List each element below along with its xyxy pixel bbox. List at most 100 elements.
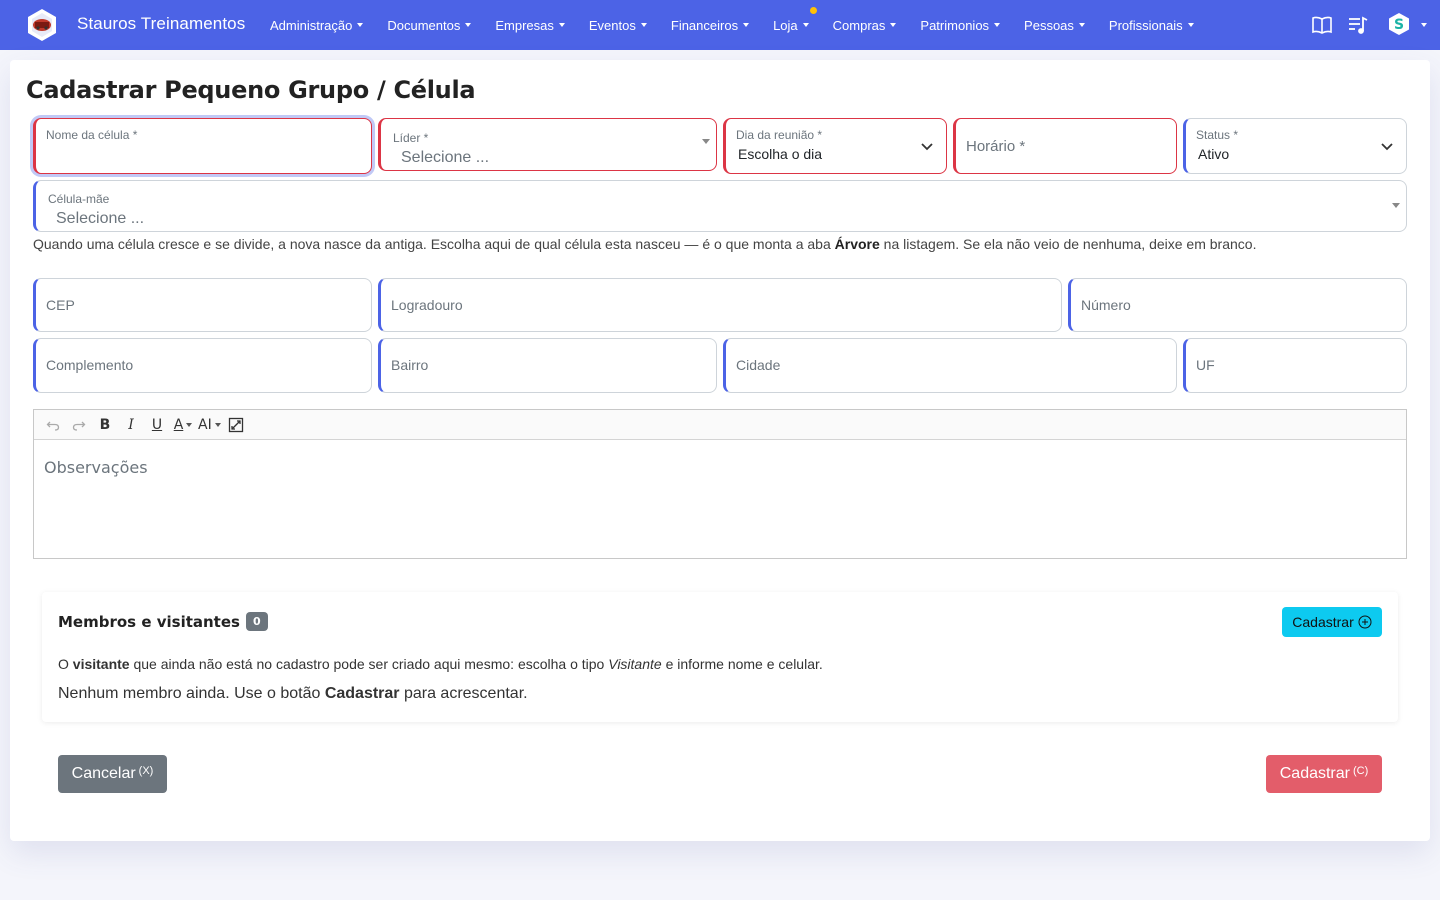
caret-down-icon [702,138,710,144]
cancel-label: Cancelar [71,765,136,782]
menu-eventos[interactable]: Eventos [589,18,647,33]
svg-text:S: S [1394,17,1404,33]
plus-circle-icon [1358,615,1372,629]
caret-down-icon [640,23,647,27]
status-value: Ativo [1198,146,1230,162]
menu-empresas[interactable]: Empresas [495,18,565,33]
menu-loja[interactable]: Loja [773,6,817,33]
brand-name[interactable]: Stauros Treinamentos [77,14,245,34]
caret-down-icon [214,422,221,427]
playlist-icon[interactable] [1347,14,1369,36]
empty-part: para acrescentar. [399,685,528,702]
menu-documentos[interactable]: Documentos [387,17,472,33]
caret-down-icon [890,23,897,27]
menu-label: Administração [270,17,353,33]
celula-mae-help-text: Quando uma célula cresce e se divide, a … [33,236,1413,252]
dia-reuniao-select[interactable]: Dia da reunião * Escolha o dia [723,118,947,174]
brand-logo-icon[interactable] [25,8,59,42]
numero-placeholder: Número [1081,297,1131,313]
user-avatar-icon[interactable]: S [1387,12,1411,36]
celula-mae-select[interactable]: Célula-mãe Selecione ... [33,180,1407,232]
hint-bold: visitante [72,656,130,672]
cidade-field[interactable]: Cidade [723,338,1177,393]
help-text-part: na listagem. Se ela não veio de nenhuma,… [879,236,1257,252]
notification-dot [809,6,817,14]
caret-down-icon [743,23,750,27]
hint-part: O [58,656,73,672]
underline-button[interactable]: U [146,414,168,436]
logradouro-field[interactable]: Logradouro [378,278,1062,332]
hint-part: e informe nome e celular. [661,656,823,672]
cep-placeholder: CEP [46,297,75,313]
add-member-button[interactable]: Cadastrar [1282,607,1382,637]
editor-toolbar: B I U A AI [34,410,1406,440]
bairro-placeholder: Bairro [391,357,429,373]
font-size-button[interactable]: AI [198,414,221,436]
bairro-field[interactable]: Bairro [378,338,717,393]
complemento-placeholder: Complemento [46,357,134,373]
cep-field[interactable]: CEP [33,278,372,332]
page-title: Cadastrar Pequeno Grupo / Célula [26,76,476,104]
menu-administracao[interactable]: Administração [270,17,364,33]
font-color-label: A [173,416,184,433]
caret-down-icon [465,23,472,27]
numero-field[interactable]: Número [1068,278,1407,332]
undo-icon[interactable] [42,414,64,436]
caret-down-icon [558,23,565,27]
observacoes-placeholder[interactable]: Observações [44,458,148,477]
fullscreen-icon[interactable] [225,414,247,436]
cancel-button[interactable]: Cancelar (X) [58,755,167,793]
menu-patrimonios[interactable]: Patrimonios [920,17,1001,33]
horario-placeholder: Horário * [966,138,1026,155]
bold-button[interactable]: B [94,414,116,436]
font-color-button[interactable]: A [172,414,194,436]
caret-down-icon [802,23,809,27]
status-select[interactable]: Status * Ativo [1183,118,1407,174]
menu-label: Pessoas [1024,17,1074,33]
membros-title: Membros e visitantes 0 [58,612,268,631]
submit-label: Cadastrar [1279,765,1350,782]
caret-down-icon[interactable] [1421,23,1427,27]
empty-part: Nenhum membro ainda. Use o botão [58,685,325,702]
menu-pessoas[interactable]: Pessoas [1024,18,1085,33]
cidade-placeholder: Cidade [736,357,781,373]
horario-field[interactable]: Horário * [953,118,1177,174]
membros-title-text: Membros e visitantes [58,612,240,631]
lider-select[interactable]: Líder * Selecione ... [378,118,717,171]
menu-label: Eventos [588,17,636,33]
complemento-field[interactable]: Complemento [33,338,372,393]
nome-celula-field[interactable]: Nome da célula * [33,118,372,174]
top-navbar: Stauros Treinamentos Administração Docum… [0,0,1440,50]
menu-label: Empresas [495,17,554,33]
chevron-down-icon [1381,143,1393,151]
italic-button[interactable]: I [120,414,142,436]
hint-italic: Visitante [608,656,662,672]
caret-down-icon [1187,23,1194,27]
membros-empty-message: Nenhum membro ainda. Use o botão Cadastr… [58,685,528,703]
dia-reuniao-label: Dia da reunião * [736,128,823,142]
status-label: Status * [1196,128,1239,142]
caret-down-icon [186,422,193,427]
submit-button[interactable]: Cadastrar (C) [1266,755,1382,793]
caret-down-icon [994,23,1001,27]
empty-bold: Cadastrar [324,685,400,702]
hint-part: que ainda não está no cadastro pode ser … [129,656,609,672]
membros-hint: O visitante que ainda não está no cadast… [58,656,823,672]
nome-celula-label: Nome da célula * [46,128,138,142]
menu-label: Documentos [387,17,461,33]
menu-label: Patrimonios [920,17,990,33]
uf-field[interactable]: UF [1183,338,1407,393]
menu-financeiros[interactable]: Financeiros [671,18,750,33]
menu-compras[interactable]: Compras [833,18,897,33]
lider-label: Líder * [393,131,429,145]
caret-down-icon [1392,203,1400,208]
uf-placeholder: UF [1196,357,1215,373]
redo-icon[interactable] [68,414,90,436]
membros-section: Membros e visitantes 0 Cadastrar O visit… [42,592,1398,722]
celula-mae-placeholder: Selecione ... [56,210,145,227]
book-icon[interactable] [1311,14,1333,36]
submit-shortcut: (C) [1352,765,1369,777]
observacoes-editor: B I U A AI Observações [33,409,1407,559]
menu-profissionais[interactable]: Profissionais [1109,18,1194,33]
dia-reuniao-value: Escolha o dia [738,146,823,162]
